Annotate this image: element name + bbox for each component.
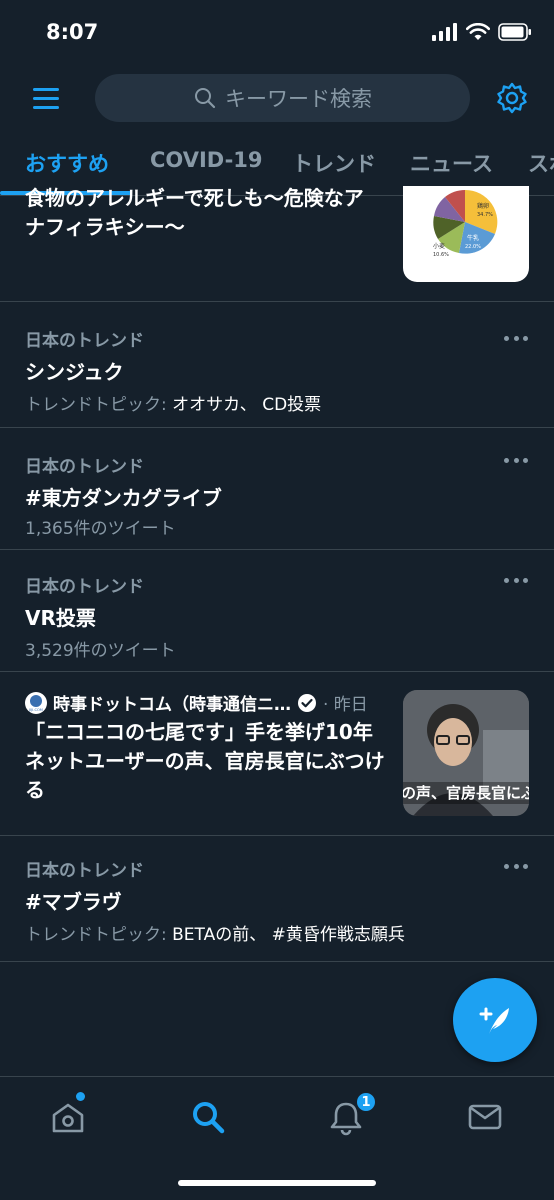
search-icon [193, 1102, 225, 1134]
trend-title: #マブラヴ [25, 890, 122, 914]
trend-item[interactable]: 日本のトレンド VR投票 3,529件のツイート [0, 550, 554, 672]
news-source-row: JIJI.COM 時事ドットコム（時事通信ニ… · 昨日 [25, 690, 390, 715]
trend-item[interactable]: 日本のトレンド シンジュク トレンドトピック: オオサカ、 CD投票 [0, 302, 554, 428]
status-bar: 8:07 [0, 0, 554, 68]
more-options-icon[interactable] [504, 860, 528, 872]
news-headline: 「ニコニコの七尾です」手を挙げ10年ネットユーザーの声、官房長官にぶつける [25, 720, 385, 802]
trend-title: VR投票 [25, 606, 96, 630]
pie-value-milk: 22.0% [465, 244, 481, 250]
trend-title: #東方ダンカグライブ [25, 486, 222, 510]
pie-value-wheat: 10.6% [433, 252, 449, 258]
trend-meta: トレンドトピック: オオサカ、 CD投票 [25, 395, 322, 415]
tab-trends[interactable]: トレンド [292, 148, 376, 178]
trend-item[interactable]: 日本のトレンド #東方ダンカグライブ 1,365件のツイート [0, 428, 554, 550]
tab-recommended[interactable]: おすすめ [25, 148, 109, 178]
cellular-signal-icon [432, 23, 458, 45]
feed: 食物のアレルギーで死しも〜危険なア ナフィラキシー〜 鶏卵 34.7% 牛乳 2… [0, 186, 554, 962]
battery-icon [498, 23, 532, 45]
trend-tweet-count: 1,365件のツイート [25, 519, 176, 539]
source-logo-icon: JIJI.COM [25, 691, 47, 714]
nav-home[interactable] [48, 1097, 88, 1137]
compose-feather-icon [479, 1007, 509, 1034]
compose-tweet-button[interactable] [453, 978, 537, 1062]
trend-context: 日本のトレンド [25, 331, 144, 351]
verified-badge-icon [297, 693, 317, 713]
trend-context: 日本のトレンド [25, 577, 144, 597]
trend-item[interactable]: 日本のトレンド #マブラヴ トレンドトピック: BETAの前、 #黄昏作戦志願兵 [0, 836, 554, 962]
home-icon [52, 1103, 84, 1133]
pie-label-milk: 牛乳 [467, 234, 479, 242]
trend-tweet-count: 3,529件のツイート [25, 641, 176, 661]
trend-context: 日本のトレンド [25, 861, 144, 881]
news-title: 食物のアレルギーで死しも〜危険なア ナフィラキシー〜 [25, 186, 364, 239]
news-card[interactable]: JIJI.COM 時事ドットコム（時事通信ニ… · 昨日 「ニコニコの七尾です」… [0, 672, 554, 836]
settings-button[interactable] [494, 80, 530, 116]
home-indicator [178, 1180, 376, 1186]
pie-chart-thumbnail: 鶏卵 34.7% 牛乳 22.0% 小麦 10.6% [403, 186, 529, 282]
status-time: 8:07 [46, 20, 99, 44]
news-card-partial[interactable]: 食物のアレルギーで死しも〜危険なア ナフィラキシー〜 鶏卵 34.7% 牛乳 2… [0, 186, 554, 302]
notification-badge: 1 [355, 1091, 377, 1113]
pie-value-egg: 34.7% [477, 212, 493, 218]
tab-sports[interactable]: スポ [528, 148, 554, 178]
menu-button[interactable] [30, 82, 62, 114]
thumbnail-caption: の声、官房長官にぶつけて [403, 784, 529, 802]
nav-messages[interactable] [465, 1097, 505, 1137]
nav-search[interactable] [188, 1097, 228, 1137]
news-thumbnail: の声、官房長官にぶつけて [403, 690, 529, 816]
search-icon [195, 88, 216, 109]
more-options-icon[interactable] [504, 332, 528, 344]
news-source-name: 時事ドットコム（時事通信ニ… [53, 695, 291, 715]
svg-text:JIJI.COM: JIJI.COM [28, 708, 43, 712]
tab-covid19[interactable]: COVID-19 [150, 148, 263, 172]
more-options-icon[interactable] [504, 454, 528, 466]
pie-label-wheat: 小麦 [433, 242, 445, 250]
trend-meta: トレンドトピック: BETAの前、 #黄昏作戦志願兵 [25, 925, 405, 945]
search-input[interactable]: キーワード検索 [95, 74, 470, 122]
trend-title: シンジュク [25, 360, 124, 384]
gear-icon [497, 82, 527, 114]
mail-icon [468, 1104, 502, 1130]
hamburger-icon [33, 88, 59, 109]
home-unread-dot [76, 1092, 85, 1101]
status-icons [432, 22, 532, 46]
search-placeholder: キーワード検索 [225, 87, 372, 111]
header: キーワード検索 [0, 68, 554, 130]
news-timestamp: · 昨日 [323, 695, 368, 715]
more-options-icon[interactable] [504, 574, 528, 586]
tab-news[interactable]: ニュース [410, 148, 493, 178]
pie-label-egg: 鶏卵 [477, 202, 489, 210]
trend-context: 日本のトレンド [25, 457, 144, 477]
wifi-icon [465, 22, 491, 45]
